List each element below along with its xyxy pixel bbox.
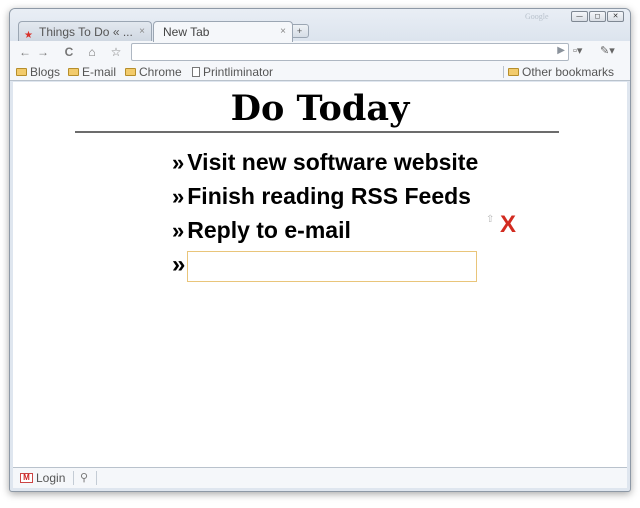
new-todo-input[interactable]: [187, 251, 477, 282]
google-mark: Google: [525, 12, 549, 21]
tab-label: Things To Do « ...: [39, 25, 133, 39]
page-icon: [192, 67, 200, 77]
login-label: Login: [36, 471, 66, 485]
bookmark-email[interactable]: E-mail: [68, 64, 116, 80]
gmail-login[interactable]: M Login: [20, 471, 65, 485]
folder-icon: [125, 68, 136, 76]
bullet-icon: »: [172, 251, 186, 278]
bookmark-blogs[interactable]: Blogs: [16, 64, 60, 80]
todo-text: Reply to e-mail: [187, 217, 351, 243]
todo-text: Visit new software website: [187, 149, 479, 175]
title-bar: Google — ◻ ✕ ★ Things To Do « ... × New …: [10, 9, 630, 42]
toolbar: ← → C ⌂ ☆ ▶ ▫▾ ✎▾: [10, 41, 630, 63]
tab-new-tab[interactable]: New Tab ×: [153, 21, 293, 42]
move-up-icon[interactable]: ⇧: [486, 214, 494, 225]
bookmark-printliminator[interactable]: Printliminator: [192, 64, 273, 80]
close-tab-icon[interactable]: ×: [280, 22, 286, 42]
folder-icon: [508, 68, 519, 76]
bookmarks-divider: [503, 66, 504, 78]
bookmark-label: Other bookmarks: [522, 65, 615, 79]
bullet-icon: »: [172, 184, 185, 209]
reload-icon[interactable]: C: [60, 44, 78, 60]
bookmark-label: Printliminator: [203, 65, 274, 79]
window-controls: — ◻ ✕: [571, 11, 624, 22]
bookmarks-bar: Blogs E-mail Chrome Printliminator Other…: [10, 63, 630, 81]
bookmark-label: Blogs: [30, 65, 61, 79]
bookmark-label: E-mail: [82, 65, 117, 79]
search-icon[interactable]: ⚲: [80, 471, 88, 484]
status-divider: [96, 471, 97, 485]
delete-item-button[interactable]: X: [500, 212, 516, 238]
page-title: Do Today: [230, 88, 410, 129]
tab-things-to-do[interactable]: ★ Things To Do « ... ×: [18, 21, 152, 42]
go-icon[interactable]: ▶: [557, 45, 565, 56]
close-tab-icon[interactable]: ×: [139, 22, 145, 42]
todo-item[interactable]: » Visit new software website: [172, 147, 478, 178]
todo-text: Finish reading RSS Feeds: [187, 183, 471, 209]
back-icon[interactable]: ←: [16, 44, 34, 60]
bullet-icon: »: [172, 218, 185, 243]
status-divider: [73, 471, 74, 485]
page-content: Do Today » Visit new software website » Fi…: [13, 82, 627, 467]
gmail-icon: M: [20, 473, 33, 483]
star-icon[interactable]: ☆: [107, 44, 125, 60]
folder-icon: [68, 68, 79, 76]
forward-icon[interactable]: →: [34, 44, 52, 60]
browser-window: Google — ◻ ✕ ★ Things To Do « ... × New …: [9, 8, 631, 492]
todo-item[interactable]: » Reply to e-mail: [172, 215, 351, 246]
close-window-button[interactable]: ✕: [607, 11, 624, 22]
bookmark-other[interactable]: Other bookmarks: [508, 64, 614, 80]
bookmark-chrome[interactable]: Chrome: [125, 64, 182, 80]
page-menu-icon[interactable]: ▫▾: [573, 44, 582, 57]
todo-item[interactable]: » Finish reading RSS Feeds: [172, 181, 471, 212]
tab-label: New Tab: [163, 25, 210, 39]
bookmark-label: Chrome: [139, 65, 182, 79]
folder-icon: [16, 68, 27, 76]
address-bar[interactable]: ▶: [131, 43, 569, 61]
home-icon[interactable]: ⌂: [83, 44, 101, 60]
bullet-icon: »: [172, 150, 185, 175]
title-divider: [75, 131, 559, 133]
minimize-button[interactable]: —: [571, 11, 588, 22]
status-bar: M Login ⚲: [13, 467, 627, 488]
wrench-menu-icon[interactable]: ✎▾: [600, 44, 615, 57]
maximize-button[interactable]: ◻: [589, 11, 606, 22]
